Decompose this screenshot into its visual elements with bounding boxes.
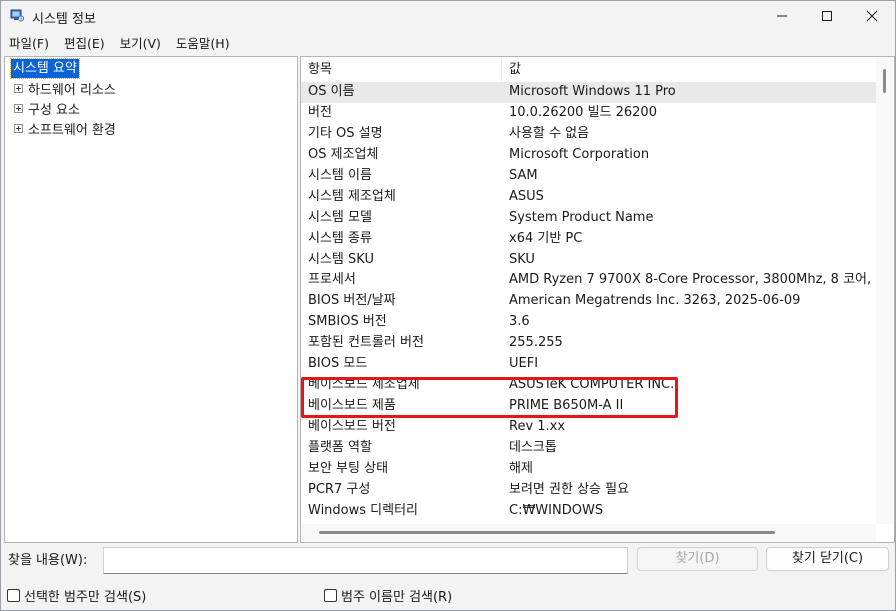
minimize-icon (776, 15, 787, 17)
table-row[interactable]: Windows 디렉터리 C:₩WINDOWS (301, 501, 876, 522)
search-category-names-checkbox[interactable]: 범주 이름만 검색(R) (324, 586, 452, 605)
table-row[interactable]: PCR7 구성 보려면 권한 상승 필요 (301, 480, 876, 501)
table-row[interactable]: OS 이름 Microsoft Windows 11 Pro (301, 82, 876, 103)
column-header-value[interactable]: 값 (509, 57, 521, 82)
horizontal-scrollbar[interactable] (301, 524, 876, 541)
tree-item-hardware-resources[interactable]: 하드웨어 리소스 (14, 78, 116, 98)
find-label: 찾을 내용(W): (8, 553, 88, 568)
menu-file[interactable]: 파일(F) (1, 33, 56, 52)
table-row[interactable]: 시스템 모델 System Product Name (301, 208, 876, 229)
category-tree: 시스템 요약 하드웨어 리소스 구성 요소 소프트웨어 환경 (4, 56, 298, 543)
list-header: 항목 값 (301, 57, 876, 83)
table-row[interactable]: OS 제조업체 Microsoft Corporation (301, 145, 876, 166)
menu-help[interactable]: 도움말(H) (168, 33, 237, 52)
list-rows: OS 이름 Microsoft Windows 11 Pro 버전 10.0.262… (301, 82, 892, 522)
table-row[interactable]: 플랫폼 역할 데스크톱 (301, 438, 876, 459)
checkbox-box[interactable] (324, 589, 337, 602)
details-list: 항목 값 OS 이름 Microsoft Windows 11 Pro 버전 10.… (300, 56, 895, 543)
tree-item-label: 구성 요소 (28, 102, 80, 118)
table-row[interactable]: 시스템 제조업체 ASUS (301, 187, 876, 208)
table-row[interactable]: 시스템 이름 SAM (301, 166, 876, 187)
table-row[interactable]: BIOS 모드 UEFI (301, 354, 876, 375)
tree-item-system-summary[interactable]: 시스템 요약 (10, 58, 80, 79)
table-row[interactable]: 프로세서 AMD Ryzen 7 9700X 8-Core Processor, … (301, 270, 892, 291)
tree-item-software-environment[interactable]: 소프트웨어 환경 (14, 118, 116, 138)
checkbox-box[interactable] (7, 589, 20, 602)
close-icon (866, 10, 877, 22)
expand-icon[interactable] (14, 123, 23, 133)
table-row[interactable]: 시스템 SKU SKU (301, 250, 876, 271)
checkbox-label: 선택한 범주만 검색(S) (24, 590, 147, 605)
find-button[interactable]: 찾기(D) (637, 547, 758, 571)
table-row[interactable]: 베이스보드 버전 Rev 1.xx (301, 417, 876, 438)
expand-icon[interactable] (14, 83, 23, 93)
title-bar[interactable]: 시스템 정보 (1, 1, 895, 31)
window-title: 시스템 정보 (32, 12, 96, 27)
table-row[interactable]: 포함된 컨트롤러 버전 255.255 (301, 333, 876, 354)
vertical-scroll-thumb[interactable] (883, 69, 886, 93)
minimize-button[interactable] (759, 1, 804, 31)
table-row[interactable]: 보안 부팅 상태 해제 (301, 459, 876, 480)
checkbox-label: 범주 이름만 검색(R) (341, 590, 453, 605)
vertical-scrollbar[interactable] (876, 57, 893, 524)
close-find-button[interactable]: 찾기 닫기(C) (766, 547, 889, 571)
table-row[interactable]: 기타 OS 설명 사용할 수 없음 (301, 124, 876, 145)
column-divider[interactable] (501, 59, 502, 81)
expand-icon[interactable] (14, 103, 23, 113)
table-row[interactable]: SMBIOS 버전 3.6 (301, 312, 876, 333)
tree-item-components[interactable]: 구성 요소 (14, 98, 80, 118)
search-selected-category-checkbox[interactable]: 선택한 범주만 검색(S) (7, 586, 146, 605)
maximize-icon (821, 11, 832, 21)
menu-view[interactable]: 보기(V) (112, 33, 168, 52)
tree-item-label: 소프트웨어 환경 (28, 122, 116, 138)
find-input[interactable] (103, 547, 628, 574)
close-button[interactable] (849, 1, 894, 31)
table-row[interactable]: BIOS 버전/날짜 American Megatrends Inc. 3263,… (301, 291, 876, 312)
column-header-item[interactable]: 항목 (308, 57, 332, 82)
baseboard-highlight-box (301, 377, 678, 418)
tree-item-label: 하드웨어 리소스 (28, 82, 116, 98)
menu-edit[interactable]: 편집(E) (56, 33, 112, 52)
maximize-button[interactable] (804, 1, 849, 31)
horizontal-scroll-thumb[interactable] (319, 531, 775, 534)
menu-bar: 파일(F) 편집(E) 보기(V) 도움말(H) (1, 31, 895, 53)
table-row[interactable]: 버전 10.0.26200 빌드 26200 (301, 103, 876, 124)
system-info-icon (10, 9, 24, 22)
system-info-window: 시스템 정보 파일(F) 편집(E) 보기(V) 도움말(H) 시스템 요약 하… (0, 0, 896, 611)
table-row[interactable]: 시스템 종류 x64 기반 PC (301, 229, 876, 250)
